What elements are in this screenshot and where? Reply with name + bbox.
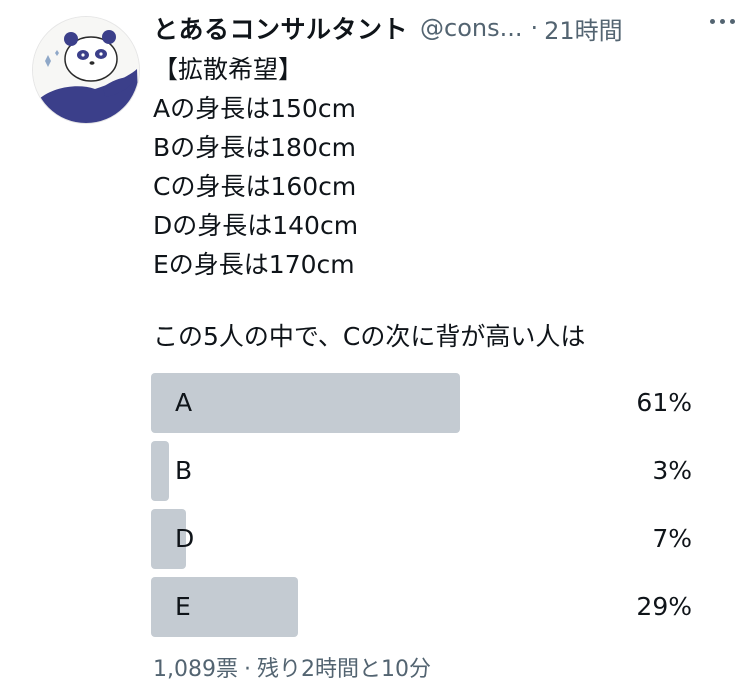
more-options-icon[interactable] (702, 6, 742, 36)
poll-option-b[interactable]: B 3% (151, 441, 696, 501)
poll-option-percent: 61% (636, 388, 692, 417)
tweet-line: Dの身長は140cm (153, 211, 359, 240)
footer-separator: · (243, 657, 251, 682)
time-remaining: 残り2時間と10分 (256, 657, 431, 682)
poll-option-percent: 7% (652, 524, 692, 553)
poll-option-label: E (175, 592, 191, 621)
tweet-line: Cの身長は160cm (153, 172, 357, 201)
poll-option-percent: 3% (652, 456, 692, 485)
user-handle[interactable]: @cons... (420, 14, 522, 42)
poll-option-e[interactable]: E 29% (151, 577, 696, 637)
timestamp[interactable]: 21時間 (544, 11, 623, 46)
time-separator: · (530, 14, 539, 42)
tweet-line: Bの身長は180cm (153, 133, 356, 162)
tweet-line: Aの身長は150cm (153, 94, 356, 123)
poll-option-a[interactable]: A 61% (151, 373, 696, 433)
vote-count: 1,089票 (153, 657, 238, 682)
poll-footer: 1,089票 · 残り2時間と10分 (153, 651, 431, 683)
poll-bar-a (151, 373, 460, 433)
poll-question: この5人の中で、Cの次に背が高い人は (153, 322, 586, 351)
display-name[interactable]: とあるコンサルタント (153, 10, 408, 46)
poll-option-label: B (175, 456, 193, 485)
poll-bar-e (151, 577, 298, 637)
panda-avatar-icon (33, 17, 139, 123)
poll-bar-b (151, 441, 169, 501)
tweet-line: Eの身長は170cm (153, 250, 355, 279)
avatar[interactable] (32, 16, 140, 124)
poll-option-d[interactable]: D 7% (151, 509, 696, 569)
poll: A 61% B 3% D 7% E 29% (151, 373, 696, 645)
poll-option-percent: 29% (636, 592, 692, 621)
tweet-header: とあるコンサルタント @cons... · 21時間 (153, 8, 734, 48)
poll-option-label: A (175, 388, 193, 417)
tweet-text: 【拡散希望】 Aの身長は150cm Bの身長は180cm Cの身長は160cm … (153, 50, 733, 284)
poll-option-label: D (175, 524, 195, 553)
tweet-line: 【拡散希望】 (153, 55, 304, 84)
